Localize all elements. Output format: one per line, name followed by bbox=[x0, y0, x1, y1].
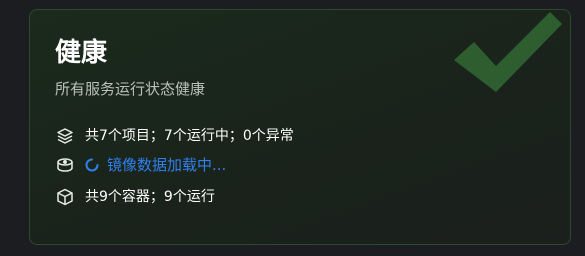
layers-icon bbox=[57, 128, 73, 144]
card-title: 健康 bbox=[55, 38, 108, 68]
database-icon bbox=[57, 158, 73, 172]
health-status-card: 健康 所有服务运行状态健康 共7个项目；7个运行中；0个异常 镜像数据加载中..… bbox=[29, 9, 571, 245]
containers-summary: 共9个容器；9个运行 bbox=[55, 187, 215, 207]
containers-summary-text: 共9个容器；9个运行 bbox=[85, 189, 215, 205]
card-subtitle: 所有服务运行状态健康 bbox=[55, 80, 206, 98]
images-summary: 镜像数据加载中... bbox=[55, 155, 226, 175]
projects-summary: 共7个项目；7个运行中；0个异常 bbox=[55, 126, 294, 146]
images-loading-text: 镜像数据加载中... bbox=[107, 156, 227, 174]
check-mark-icon bbox=[454, 12, 562, 92]
spinner-icon bbox=[85, 158, 99, 172]
projects-summary-text: 共7个项目；7个运行中；0个异常 bbox=[85, 128, 294, 144]
box-icon bbox=[57, 188, 73, 206]
